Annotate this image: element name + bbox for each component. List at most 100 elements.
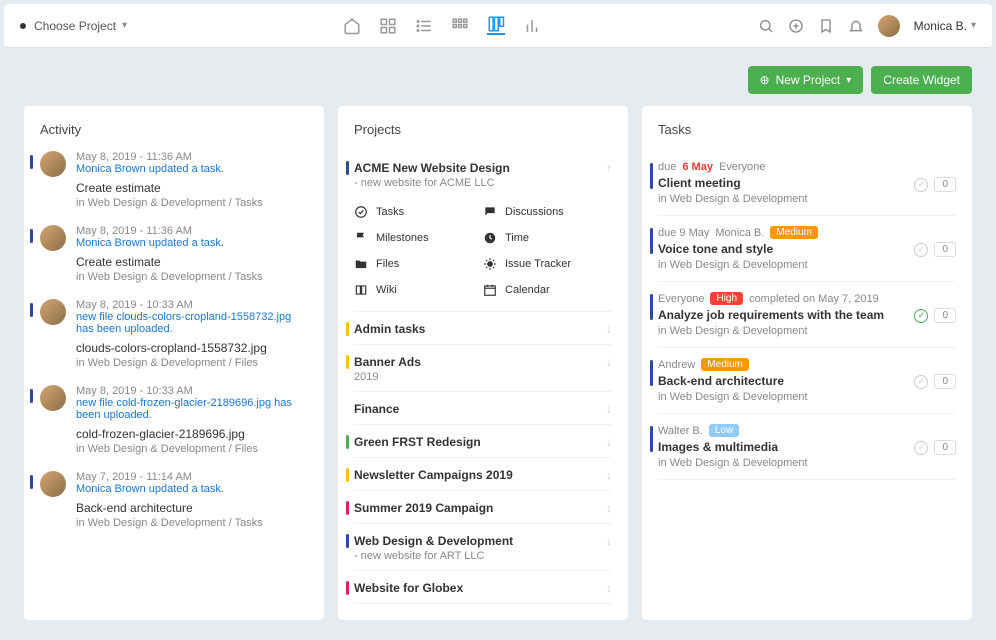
task-check-icon[interactable]: ✓ <box>914 243 928 257</box>
activity-item-title: cold-frozen-glacier-2189696.jpg <box>76 427 308 441</box>
project-selector-label: Choose Project <box>34 19 116 33</box>
activity-item[interactable]: May 8, 2019 - 10:33 AMnew file cold-froz… <box>40 385 308 455</box>
project-link-files[interactable]: Files <box>354 251 483 277</box>
activity-link[interactable]: Monica Brown updated a task. <box>76 483 308 495</box>
user-menu[interactable]: Monica B. ▾ <box>914 19 976 33</box>
task-count: 0 <box>934 374 956 389</box>
task-meta-pre: due 9 May <box>658 227 709 239</box>
new-project-button[interactable]: ⊕ New Project ▾ <box>748 66 864 94</box>
activity-date: May 8, 2019 - 11:36 AM <box>76 225 308 237</box>
grid-small-icon[interactable] <box>451 17 469 35</box>
activity-link[interactable]: new file clouds-colors-cropland-1558732.… <box>76 311 308 335</box>
task-priority-tag: Medium <box>701 358 749 371</box>
activity-color-bar <box>30 389 33 403</box>
project-item[interactable]: Summer 2019 Campaign↓ <box>354 491 612 524</box>
activity-item-title: Create estimate <box>76 255 308 269</box>
activity-link[interactable]: Monica Brown updated a task. <box>76 237 308 249</box>
project-item[interactable]: Finance↓ <box>354 392 612 425</box>
task-title: Analyze job requirements with the team <box>658 308 956 322</box>
project-item[interactable]: Website for Globex↓ <box>354 571 612 604</box>
activity-item[interactable]: May 7, 2019 - 11:14 AMMonica Brown updat… <box>40 471 308 529</box>
arrow-down-icon[interactable]: ↓ <box>606 468 612 482</box>
task-header: due6 MayEveryone <box>658 161 956 173</box>
task-check-icon[interactable]: ✓ <box>914 375 928 389</box>
project-item[interactable]: Banner Ads2019↓ <box>354 345 612 392</box>
chevron-down-icon: ▾ <box>846 75 851 86</box>
activity-item-path: in Web Design & Development / Files <box>76 443 308 455</box>
project-link-tasks[interactable]: Tasks <box>354 199 483 225</box>
project-featured[interactable]: ACME New Website Design - new website fo… <box>354 151 612 312</box>
grid-icon[interactable] <box>379 17 397 35</box>
nav-tabs <box>343 17 541 35</box>
project-item[interactable]: Web Design & Development- new website fo… <box>354 524 612 571</box>
bar-chart-icon[interactable] <box>523 17 541 35</box>
activity-item[interactable]: May 8, 2019 - 11:36 AMMonica Brown updat… <box>40 151 308 209</box>
create-widget-button[interactable]: Create Widget <box>871 66 972 94</box>
task-check-icon[interactable]: ✓ <box>914 441 928 455</box>
task-item[interactable]: Walter B.LowImages & multimediain Web De… <box>658 414 956 480</box>
task-count: 0 <box>934 308 956 323</box>
project-indicator-dot <box>20 23 26 29</box>
activity-title: Activity <box>40 122 308 137</box>
arrow-down-icon[interactable]: ↓ <box>606 322 612 336</box>
project-link-milestones[interactable]: Milestones <box>354 225 483 251</box>
project-link-issue-tracker[interactable]: Issue Tracker <box>483 251 612 277</box>
arrow-down-icon[interactable]: ↓ <box>606 435 612 449</box>
activity-date: May 8, 2019 - 10:33 AM <box>76 299 308 311</box>
project-name: Website for Globex <box>354 581 612 595</box>
arrow-down-icon[interactable]: ↓ <box>606 501 612 515</box>
activity-item[interactable]: May 8, 2019 - 10:33 AMnew file clouds-co… <box>40 299 308 369</box>
columns-icon[interactable] <box>487 17 505 35</box>
search-icon[interactable] <box>758 18 774 34</box>
bell-icon[interactable] <box>848 18 864 34</box>
activity-date: May 8, 2019 - 11:36 AM <box>76 151 308 163</box>
task-item[interactable]: due6 MayEveryoneClient meetingin Web Des… <box>658 151 956 216</box>
arrow-down-icon[interactable]: ↓ <box>606 534 612 548</box>
project-item[interactable]: Newsletter Campaigns 2019↓ <box>354 458 612 491</box>
task-item[interactable]: EveryoneHighcompleted on May 7, 2019 Anal… <box>658 282 956 348</box>
task-count: 0 <box>934 242 956 257</box>
arrow-down-icon[interactable]: ↓ <box>606 402 612 416</box>
project-link-calendar[interactable]: Calendar <box>483 277 612 303</box>
add-icon[interactable] <box>788 18 804 34</box>
task-meta-pre: due <box>658 161 676 173</box>
topbar: Choose Project ▾ Monica B. ▾ <box>4 4 992 48</box>
list-icon[interactable] <box>415 17 433 35</box>
task-priority-tag: Medium <box>770 226 818 239</box>
activity-item[interactable]: May 8, 2019 - 11:36 AMMonica Brown updat… <box>40 225 308 283</box>
project-link-time[interactable]: Time <box>483 225 612 251</box>
task-status: ✓0 <box>914 374 956 389</box>
task-header: EveryoneHighcompleted on May 7, 2019 <box>658 292 956 305</box>
activity-link[interactable]: new file cold-frozen-glacier-2189696.jpg… <box>76 397 308 421</box>
task-item[interactable]: due 9 MayMonica B.MediumVoice tone and s… <box>658 216 956 282</box>
activity-item-title: Create estimate <box>76 181 308 195</box>
project-link-discussions[interactable]: Discussions <box>483 199 612 225</box>
project-sub: - new website for ACME LLC <box>354 177 612 189</box>
tasks-panel: Tasks due6 MayEveryoneClient meetingin W… <box>642 106 972 620</box>
project-item[interactable]: Green FRST Redesign↓ <box>354 425 612 458</box>
activity-color-bar <box>30 155 33 169</box>
home-icon[interactable] <box>343 17 361 35</box>
arrow-down-icon[interactable]: ↓ <box>606 355 612 369</box>
arrow-up-icon[interactable]: ↑ <box>606 161 612 175</box>
project-link-wiki[interactable]: Wiki <box>354 277 483 303</box>
project-name: Finance <box>354 402 612 416</box>
activity-item-path: in Web Design & Development / Tasks <box>76 517 308 529</box>
project-sub: - new website for ART LLC <box>354 550 612 562</box>
project-name: Summer 2019 Campaign <box>354 501 612 515</box>
task-check-icon[interactable]: ✓ <box>914 178 928 192</box>
username-label: Monica B. <box>914 19 967 33</box>
project-item[interactable]: Admin tasks↓ <box>354 312 612 345</box>
activity-avatar <box>40 471 66 497</box>
task-status: ✓0 <box>914 242 956 257</box>
project-selector[interactable]: Choose Project ▾ <box>34 19 127 33</box>
activity-link[interactable]: Monica Brown updated a task. <box>76 163 308 175</box>
task-check-icon[interactable]: ✓ <box>914 309 928 323</box>
task-item[interactable]: AndrewMediumBack-end architecturein Web … <box>658 348 956 414</box>
task-color-bar <box>650 426 653 452</box>
activity-avatar <box>40 151 66 177</box>
bookmark-icon[interactable] <box>818 18 834 34</box>
user-avatar[interactable] <box>878 15 900 37</box>
activity-avatar <box>40 299 66 325</box>
arrow-down-icon[interactable]: ↓ <box>606 581 612 595</box>
